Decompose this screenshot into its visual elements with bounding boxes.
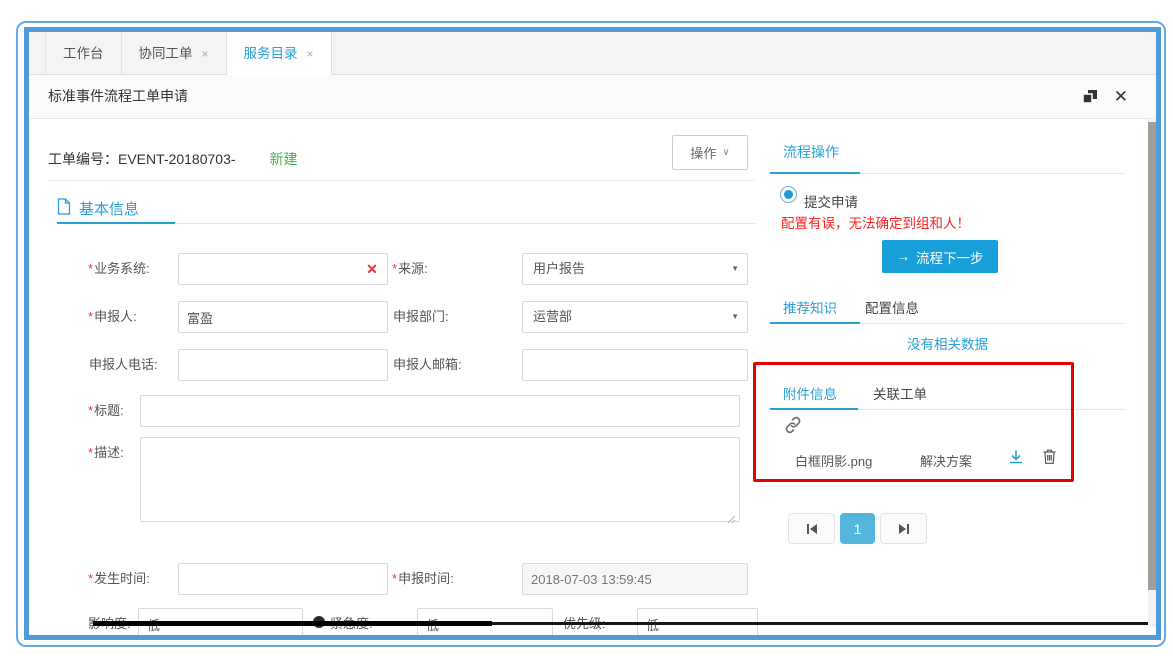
horizontal-scrollbar-thumb[interactable] <box>93 621 492 626</box>
chevron-down-icon: ∨ <box>722 147 729 158</box>
tab-close-icon[interactable]: × <box>307 48 314 60</box>
page-number-current[interactable]: 1 <box>840 513 875 544</box>
required-star: * <box>392 261 397 276</box>
tab-related-orders[interactable]: 关联工单 <box>873 383 927 403</box>
no-data-text: 没有相关数据 <box>770 333 1125 353</box>
last-page-button[interactable] <box>880 513 927 544</box>
restore-icon[interactable] <box>1083 90 1098 104</box>
field-label-reporter: *申报人: <box>88 301 137 333</box>
first-page-icon <box>805 523 819 535</box>
tab-collab-order[interactable]: 协同工单 × <box>122 32 227 75</box>
link-icon[interactable] <box>783 415 803 440</box>
field-label-title: *标题: <box>88 395 124 427</box>
order-number-value: EVENT-20180703- <box>118 151 236 167</box>
field-label-phone: 申报人电话: <box>88 349 158 381</box>
page-title: 标准事件流程工单申请 <box>48 75 188 118</box>
config-error-text: 配置有误，无法确定到组和人！ <box>781 212 970 232</box>
field-label-email: 申报人邮箱: <box>392 349 462 381</box>
panel-header-underline-track <box>860 173 1125 174</box>
section-underline-track <box>175 223 755 224</box>
tab-label: 工作台 <box>63 32 104 75</box>
source-select[interactable]: 用户报告 ▼ <box>522 253 748 285</box>
tab-attachment-info[interactable]: 附件信息 <box>783 383 837 403</box>
reporter-input[interactable] <box>178 301 388 333</box>
knowledge-tab-underline-track <box>860 323 1125 324</box>
arrow-right-icon: → <box>897 249 911 264</box>
tab-config-info[interactable]: 配置信息 <box>865 297 919 317</box>
panel-header-process: 流程操作 <box>783 142 839 162</box>
section-underline <box>57 222 175 224</box>
action-label: 操作 <box>690 143 716 162</box>
last-page-icon <box>897 523 911 535</box>
field-label-description: *描述: <box>88 437 124 469</box>
action-dropdown-button[interactable]: 操作 ∨ <box>672 135 748 170</box>
report-time-input <box>522 563 748 595</box>
first-page-button[interactable] <box>788 513 835 544</box>
title-input[interactable] <box>140 395 740 427</box>
tab-bar: 工作台 协同工单 × 服务目录 × <box>29 32 1156 75</box>
field-label-department: 申报部门: <box>392 301 449 333</box>
required-star: * <box>88 571 93 586</box>
source-select-value: 用户报告 <box>533 261 585 276</box>
tab-label: 协同工单 <box>139 32 193 75</box>
required-star: * <box>88 445 93 460</box>
required-star: * <box>392 571 397 586</box>
close-icon[interactable]: ✕ <box>1114 88 1128 105</box>
tab-recommended-knowledge[interactable]: 推荐知识 <box>783 297 837 317</box>
dropdown-caret-icon: ▼ <box>731 254 739 284</box>
document-icon <box>57 198 71 219</box>
window-controls: ✕ <box>1083 75 1128 118</box>
status-badge: 新建 <box>270 151 298 167</box>
field-label-source: *来源: <box>392 253 428 285</box>
phone-input[interactable] <box>178 349 388 381</box>
email-input[interactable] <box>522 349 748 381</box>
description-textarea[interactable] <box>140 437 740 522</box>
field-label-report-time: *申报时间: <box>392 563 454 595</box>
clear-icon[interactable]: ✕ <box>360 253 384 285</box>
window-content: 工作台 协同工单 × 服务目录 × 标准事件流程工单申请 ✕ 工单编号：EVEN… <box>29 32 1156 635</box>
submit-radio[interactable] <box>780 186 797 203</box>
required-star: * <box>88 403 93 418</box>
dropdown-caret-icon: ▼ <box>731 302 739 332</box>
section-title: 基本信息 <box>79 198 139 219</box>
order-number-row: 工单编号：EVENT-20180703- 新建 <box>48 149 298 169</box>
tab-label: 服务目录 <box>244 32 298 75</box>
attachment-filename: 白框阴影.png <box>795 451 872 470</box>
attachment-category: 解决方案 <box>920 451 972 470</box>
process-next-label: 流程下一步 <box>916 247 984 267</box>
tab-close-icon[interactable]: × <box>202 48 209 60</box>
submit-radio-label[interactable]: 提交申请 <box>804 191 858 211</box>
knowledge-tab-underline <box>770 322 860 324</box>
required-star: * <box>88 261 93 276</box>
download-icon[interactable] <box>1008 449 1024 470</box>
field-label-occur-time: *发生时间: <box>88 563 150 595</box>
section-basic-info: 基本信息 <box>57 198 139 219</box>
biz-system-input[interactable] <box>178 253 388 285</box>
attachment-tab-underline-track <box>858 409 1125 410</box>
divider <box>48 180 755 181</box>
process-next-button[interactable]: → 流程下一步 <box>882 240 998 273</box>
tab-service-catalog[interactable]: 服务目录 × <box>227 32 332 75</box>
vertical-scrollbar-thumb[interactable] <box>1148 122 1156 590</box>
radio-dot <box>784 190 793 199</box>
field-label-biz-system: *业务系统: <box>88 253 150 285</box>
trash-icon[interactable] <box>1042 448 1057 470</box>
title-bar: 标准事件流程工单申请 ✕ <box>29 75 1156 119</box>
required-star: * <box>88 309 93 324</box>
tab-workbench[interactable]: 工作台 <box>45 32 122 75</box>
attachment-tab-underline <box>770 408 858 410</box>
occur-time-input[interactable] <box>178 563 388 595</box>
order-number-label: 工单编号： <box>48 151 118 167</box>
department-select[interactable]: 运营部 ▼ <box>522 301 748 333</box>
panel-header-underline <box>770 172 860 174</box>
app-window: 工作台 协同工单 × 服务目录 × 标准事件流程工单申请 ✕ 工单编号：EVEN… <box>24 27 1161 640</box>
department-select-value: 运营部 <box>533 309 572 324</box>
